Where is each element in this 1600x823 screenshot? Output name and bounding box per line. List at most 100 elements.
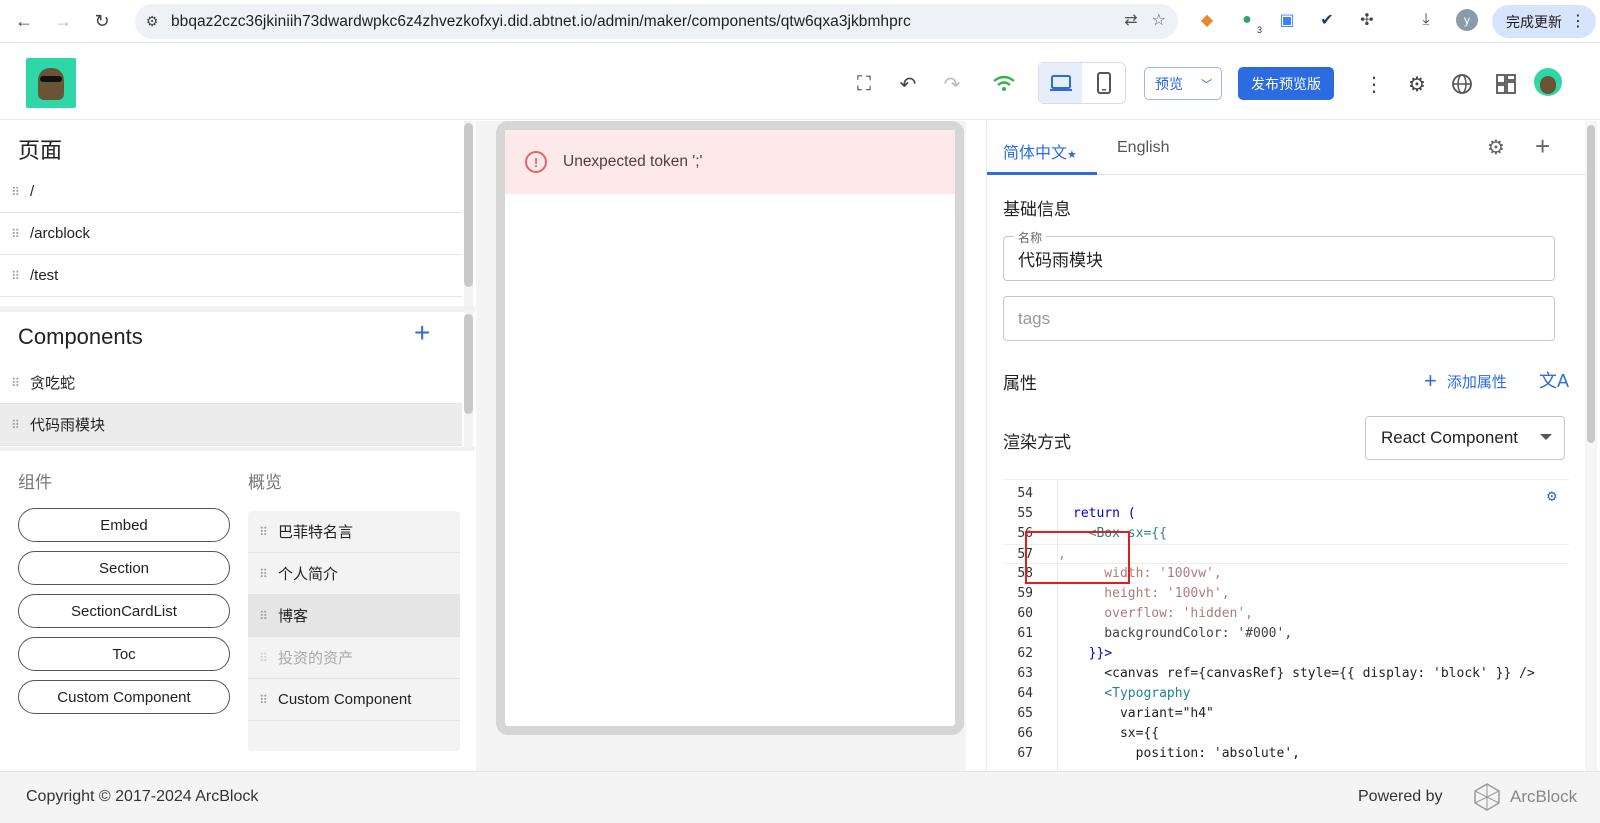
tab-zh[interactable]: 简体中文★ (1003, 139, 1077, 163)
component-label: 贪吃蛇 (30, 375, 76, 392)
code-editor[interactable]: ⚙ 54 55 return ( 56 <Box sx={{ 57, 58 wid… (1003, 479, 1569, 771)
powered-by-text: Powered by (1358, 788, 1443, 805)
drag-handle-icon[interactable]: ⠿ (0, 269, 30, 283)
library-item-section-card-list[interactable]: SectionCardList (18, 594, 230, 628)
dashboard-icon[interactable] (1490, 68, 1522, 100)
add-prop-button[interactable]: + 添加属性 (1424, 368, 1507, 394)
metamask-extension-icon[interactable]: ◆ (1195, 8, 1219, 32)
app-header: ⛶ ↶ ↷ 预览 ﹀ 发布预览版 ⋮ ⚙ (0, 48, 1600, 120)
page-label: /test (30, 267, 59, 284)
code-line: 64 <Typography (1003, 684, 1569, 704)
code-line: 63 <canvas ref={canvasRef} style={{ disp… (1003, 664, 1569, 684)
preview-dropdown[interactable]: 预览 ﹀ (1144, 67, 1222, 100)
page-item[interactable]: ⠿ /arcblock (0, 213, 462, 255)
publish-preview-button[interactable]: 发布预览版 (1238, 67, 1334, 100)
drag-handle-icon[interactable]: ⠿ (248, 609, 278, 623)
overview-label: Custom Component (278, 691, 412, 708)
overview-item-disabled[interactable]: ⠿ 投资的资产 (248, 637, 460, 679)
panel-scroll-thumb[interactable] (1587, 125, 1595, 443)
app-logo[interactable] (26, 58, 76, 108)
library-item-embed[interactable]: Embed (18, 508, 230, 542)
copyright-text: Copyright © 2017-2024 ArcBlock (26, 788, 259, 805)
globe-icon[interactable] (1446, 68, 1478, 100)
overview-item[interactable]: ⠿ Custom Component (248, 679, 460, 721)
component-item[interactable]: ⠿ 贪吃蛇 (0, 362, 462, 404)
puzzle-extensions-icon[interactable]: ✣ (1355, 8, 1379, 32)
mobile-icon[interactable] (1082, 63, 1125, 103)
gear-icon[interactable]: ⚙ (1401, 68, 1433, 100)
drag-handle-icon[interactable]: ⠿ (248, 651, 278, 665)
error-alert: ! Unexpected token ';' (505, 130, 955, 194)
gear-icon[interactable]: ⚙ (1487, 135, 1505, 160)
code-text: position: 'absolute', (1073, 746, 1300, 761)
undo-icon[interactable]: ↶ (892, 68, 924, 100)
drag-handle-icon[interactable]: ⠿ (248, 693, 278, 707)
library-item-toc[interactable]: Toc (18, 637, 230, 671)
overview-label: 个人简介 (278, 566, 339, 583)
drag-handle-icon[interactable]: ⠿ (0, 185, 30, 199)
drag-handle-icon[interactable]: ⠿ (0, 418, 30, 432)
drag-handle-icon[interactable]: ⠿ (248, 567, 278, 581)
overview-label: 巴菲特名言 (278, 524, 354, 541)
extension-icon[interactable]: ● 3 (1235, 8, 1262, 35)
left-sidebar: 页面 ⠿ / ⠿ /arcblock ⠿ /test Components + … (0, 121, 475, 771)
translate-icon[interactable]: ⇄ (1124, 10, 1137, 30)
code-line: 60 overflow: 'hidden', (1003, 604, 1569, 624)
check-extension-icon[interactable]: ✔ (1315, 8, 1339, 32)
desktop-icon[interactable] (1039, 63, 1082, 103)
library-item-section[interactable]: Section (18, 551, 230, 585)
line-number: 62 (1017, 646, 1033, 661)
user-avatar[interactable] (1534, 68, 1562, 96)
code-text: return ( (1073, 506, 1136, 521)
reload-icon[interactable]: ↻ (87, 6, 117, 36)
overview-item[interactable]: ⠿ 巴菲特名言 (248, 511, 460, 553)
update-button[interactable]: 完成更新 ⋮ (1492, 5, 1596, 38)
render-mode-select[interactable]: React Component (1365, 416, 1565, 460)
window-extension-icon[interactable]: ▣ (1275, 8, 1299, 32)
extension-badge: 3 (1256, 25, 1262, 35)
overview-item[interactable]: ⠿ 个人简介 (248, 553, 460, 595)
add-component-icon[interactable]: + (414, 317, 430, 349)
bookmark-star-icon[interactable]: ☆ (1152, 10, 1166, 30)
overview-item-hovered[interactable]: ⠿ 博客 (248, 595, 460, 637)
tab-en[interactable]: English (1117, 139, 1169, 157)
address-bar[interactable]: ⚙ bbqaz2czc36jkiniih73dwardwpkc6z4zhvezk… (135, 4, 1178, 39)
preview-frame[interactable]: ! Unexpected token ';' (496, 121, 964, 735)
site-info-icon[interactable]: ⚙ (141, 11, 163, 33)
back-icon[interactable]: ← (9, 6, 39, 36)
arcblock-brand[interactable]: ArcBlock (1510, 787, 1577, 807)
component-item-selected[interactable]: ⠿ 代码雨模块 (0, 404, 462, 446)
redo-icon[interactable]: ↷ (936, 68, 968, 100)
properties-panel: 简体中文★ English ⚙ + 基础信息 代码雨模块 名称 tags 属性 … (986, 121, 1600, 771)
page-item[interactable]: ⠿ / (0, 171, 462, 213)
drag-handle-icon[interactable]: ⠿ (0, 227, 30, 241)
pages-scroll-thumb[interactable] (464, 123, 473, 287)
star-icon: ★ (1067, 149, 1077, 161)
profile-avatar[interactable]: y (1456, 9, 1478, 31)
download-icon[interactable]: ⤓ (1414, 8, 1438, 32)
code-text: }}> (1073, 646, 1113, 661)
error-message: Unexpected token ';' (563, 153, 703, 170)
page-item[interactable]: ⠿ /test (0, 255, 462, 297)
drag-handle-icon[interactable]: ⠿ (0, 376, 30, 390)
forward-icon[interactable]: → (48, 6, 78, 36)
name-field[interactable]: 代码雨模块 (1003, 236, 1555, 281)
library-title: 组件 (18, 473, 52, 492)
url-text[interactable]: bbqaz2czc36jkiniih73dwardwpkc6z4zhvezkof… (171, 13, 911, 31)
highlight-annotation-box (1025, 531, 1130, 584)
code-text: sx={{ (1073, 726, 1160, 741)
panel-scrollbar[interactable] (1585, 121, 1597, 771)
add-icon[interactable]: + (1535, 131, 1550, 162)
render-mode-value: React Component (1381, 428, 1519, 447)
drag-handle-icon[interactable]: ⠿ (248, 525, 278, 539)
device-toggle (1038, 62, 1126, 104)
line-number: 64 (1017, 686, 1033, 701)
arcblock-logo-icon[interactable] (1472, 782, 1502, 812)
tags-input[interactable]: tags (1003, 296, 1555, 341)
components-scroll-thumb[interactable] (464, 314, 473, 414)
translate-icon[interactable]: 文A (1539, 367, 1569, 393)
more-vert-icon[interactable]: ⋮ (1358, 68, 1390, 100)
fullscreen-icon[interactable]: ⛶ (848, 68, 880, 100)
library-item-custom-component[interactable]: Custom Component (18, 680, 230, 714)
code-line: 61 backgroundColor: '#000', (1003, 624, 1569, 644)
